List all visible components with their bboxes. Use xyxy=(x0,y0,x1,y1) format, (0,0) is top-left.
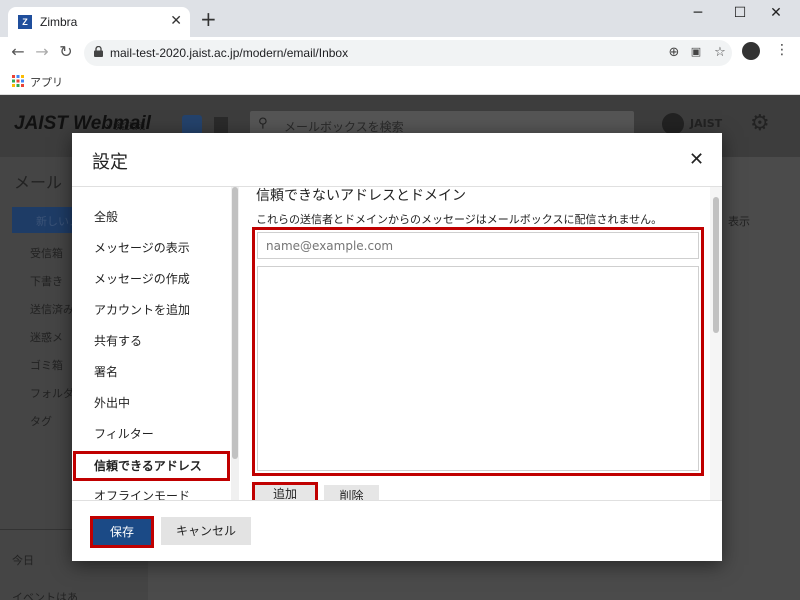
blocked-address-list[interactable] xyxy=(257,266,699,471)
content-scrollbar[interactable] xyxy=(710,187,722,500)
folder-inbox[interactable]: 受信箱 xyxy=(30,245,63,261)
add-button[interactable]: 追加 xyxy=(252,482,318,500)
zimbra-favicon-icon: Z xyxy=(18,15,32,29)
maximize-icon[interactable]: ☐ xyxy=(730,5,750,21)
address-input[interactable] xyxy=(257,232,699,259)
mail-app-icon[interactable] xyxy=(182,115,202,135)
profile-avatar-icon[interactable] xyxy=(742,42,760,60)
close-icon[interactable]: ✕ xyxy=(689,151,704,169)
new-tab-icon[interactable]: + xyxy=(200,9,217,29)
contacts-app-icon[interactable] xyxy=(214,117,228,133)
nav-item-compose-messages[interactable]: メッセージの作成 xyxy=(94,270,190,287)
section-description: これらの送信者とドメインからのメッセージはメールボックスに配信されません。 xyxy=(256,213,663,226)
settings-gear-icon[interactable]: ⚙ xyxy=(750,111,770,136)
nav-scrollbar[interactable] xyxy=(231,187,239,500)
section-title: 信頼できないアドレスとドメイン xyxy=(256,188,466,204)
minimize-icon[interactable]: ─ xyxy=(688,5,708,21)
today-label: 今日 xyxy=(12,554,34,567)
view-toggle[interactable]: 表示 xyxy=(728,213,750,229)
folder-folders[interactable]: フォルダ xyxy=(30,385,74,401)
modal-title: 設定 xyxy=(92,152,128,173)
browser-tabstrip: Z Zimbra ✕ + ─ ☐ ✕ xyxy=(0,0,800,37)
tab-title: Zimbra xyxy=(40,15,78,29)
no-events-text: イベントはあ xyxy=(12,591,78,600)
folder-tags[interactable]: タグ xyxy=(30,413,52,429)
forward-icon[interactable]: → xyxy=(32,42,52,62)
nav-item-out-of-office[interactable]: 外出中 xyxy=(94,394,130,411)
browser-toolbar: ← → ↻ mail-test-2020.jaist.ac.jp/modern/… xyxy=(0,37,800,67)
browser-tab[interactable]: Z Zimbra ✕ xyxy=(8,7,190,37)
tab-close-icon[interactable]: ✕ xyxy=(170,13,182,29)
mail-section-title: メール xyxy=(14,173,63,192)
translate-icon[interactable]: ▣ xyxy=(688,45,704,58)
folder-trash[interactable]: ゴミ箱 xyxy=(30,357,63,373)
nav-item-filters[interactable]: フィルター xyxy=(94,425,154,442)
folder-drafts[interactable]: 下書き xyxy=(30,273,63,289)
url-text: mail-test-2020.jaist.ac.jp/modern/email/… xyxy=(110,46,349,60)
settings-content: 信頼できないアドレスとドメイン これらの送信者とドメインからのメッセージはメール… xyxy=(240,187,710,500)
address-bar[interactable]: mail-test-2020.jaist.ac.jp/modern/email/… xyxy=(84,40,732,66)
bookmark-star-icon[interactable]: ☆ xyxy=(712,45,728,60)
browser-menu-icon[interactable]: ⋮ xyxy=(775,42,789,58)
lock-icon xyxy=(94,46,103,57)
apps-bookmark-label[interactable]: アプリ xyxy=(30,74,63,90)
cancel-button[interactable]: キャンセル xyxy=(161,517,251,545)
bookmarks-bar: アプリ xyxy=(0,67,800,95)
nav-item-signatures[interactable]: 署名 xyxy=(94,363,118,380)
settings-nav: 全般 メッセージの表示 メッセージの作成 アカウントを追加 共有する 署名 外出… xyxy=(72,187,232,500)
folder-junk[interactable]: 迷惑メ xyxy=(30,329,63,345)
content-scroll-thumb[interactable] xyxy=(713,197,719,333)
nav-item-sharing[interactable]: 共有する xyxy=(94,332,142,349)
user-name[interactable]: JAIST xyxy=(690,117,722,130)
save-button[interactable]: 保存 xyxy=(90,516,154,548)
logo-subtitle: x 検証環境 xyxy=(106,122,146,131)
settings-modal: 設定 ✕ 全般 メッセージの表示 メッセージの作成 アカウントを追加 共有する … xyxy=(72,133,722,561)
apps-grid-icon[interactable] xyxy=(12,75,24,87)
nav-scroll-thumb[interactable] xyxy=(232,187,238,459)
user-avatar[interactable] xyxy=(662,113,684,135)
delete-button[interactable]: 削除 xyxy=(324,485,379,500)
nav-item-general[interactable]: 全般 xyxy=(94,208,118,225)
back-icon[interactable]: ← xyxy=(8,42,28,62)
folder-sent[interactable]: 送信済み xyxy=(30,301,74,317)
search-icon: ⚲ xyxy=(258,116,268,131)
nav-item-trusted-addresses[interactable]: 信頼できるアドレス xyxy=(94,457,202,474)
window-close-icon[interactable]: ✕ xyxy=(766,5,786,21)
modal-footer-divider xyxy=(72,500,722,501)
nav-item-display-messages[interactable]: メッセージの表示 xyxy=(94,239,190,256)
reload-icon[interactable]: ↻ xyxy=(56,42,76,62)
nav-item-offline-mode[interactable]: オフラインモード xyxy=(94,487,190,500)
nav-item-add-account[interactable]: アカウントを追加 xyxy=(94,301,190,318)
add-circle-icon[interactable]: ⊕ xyxy=(666,45,682,60)
